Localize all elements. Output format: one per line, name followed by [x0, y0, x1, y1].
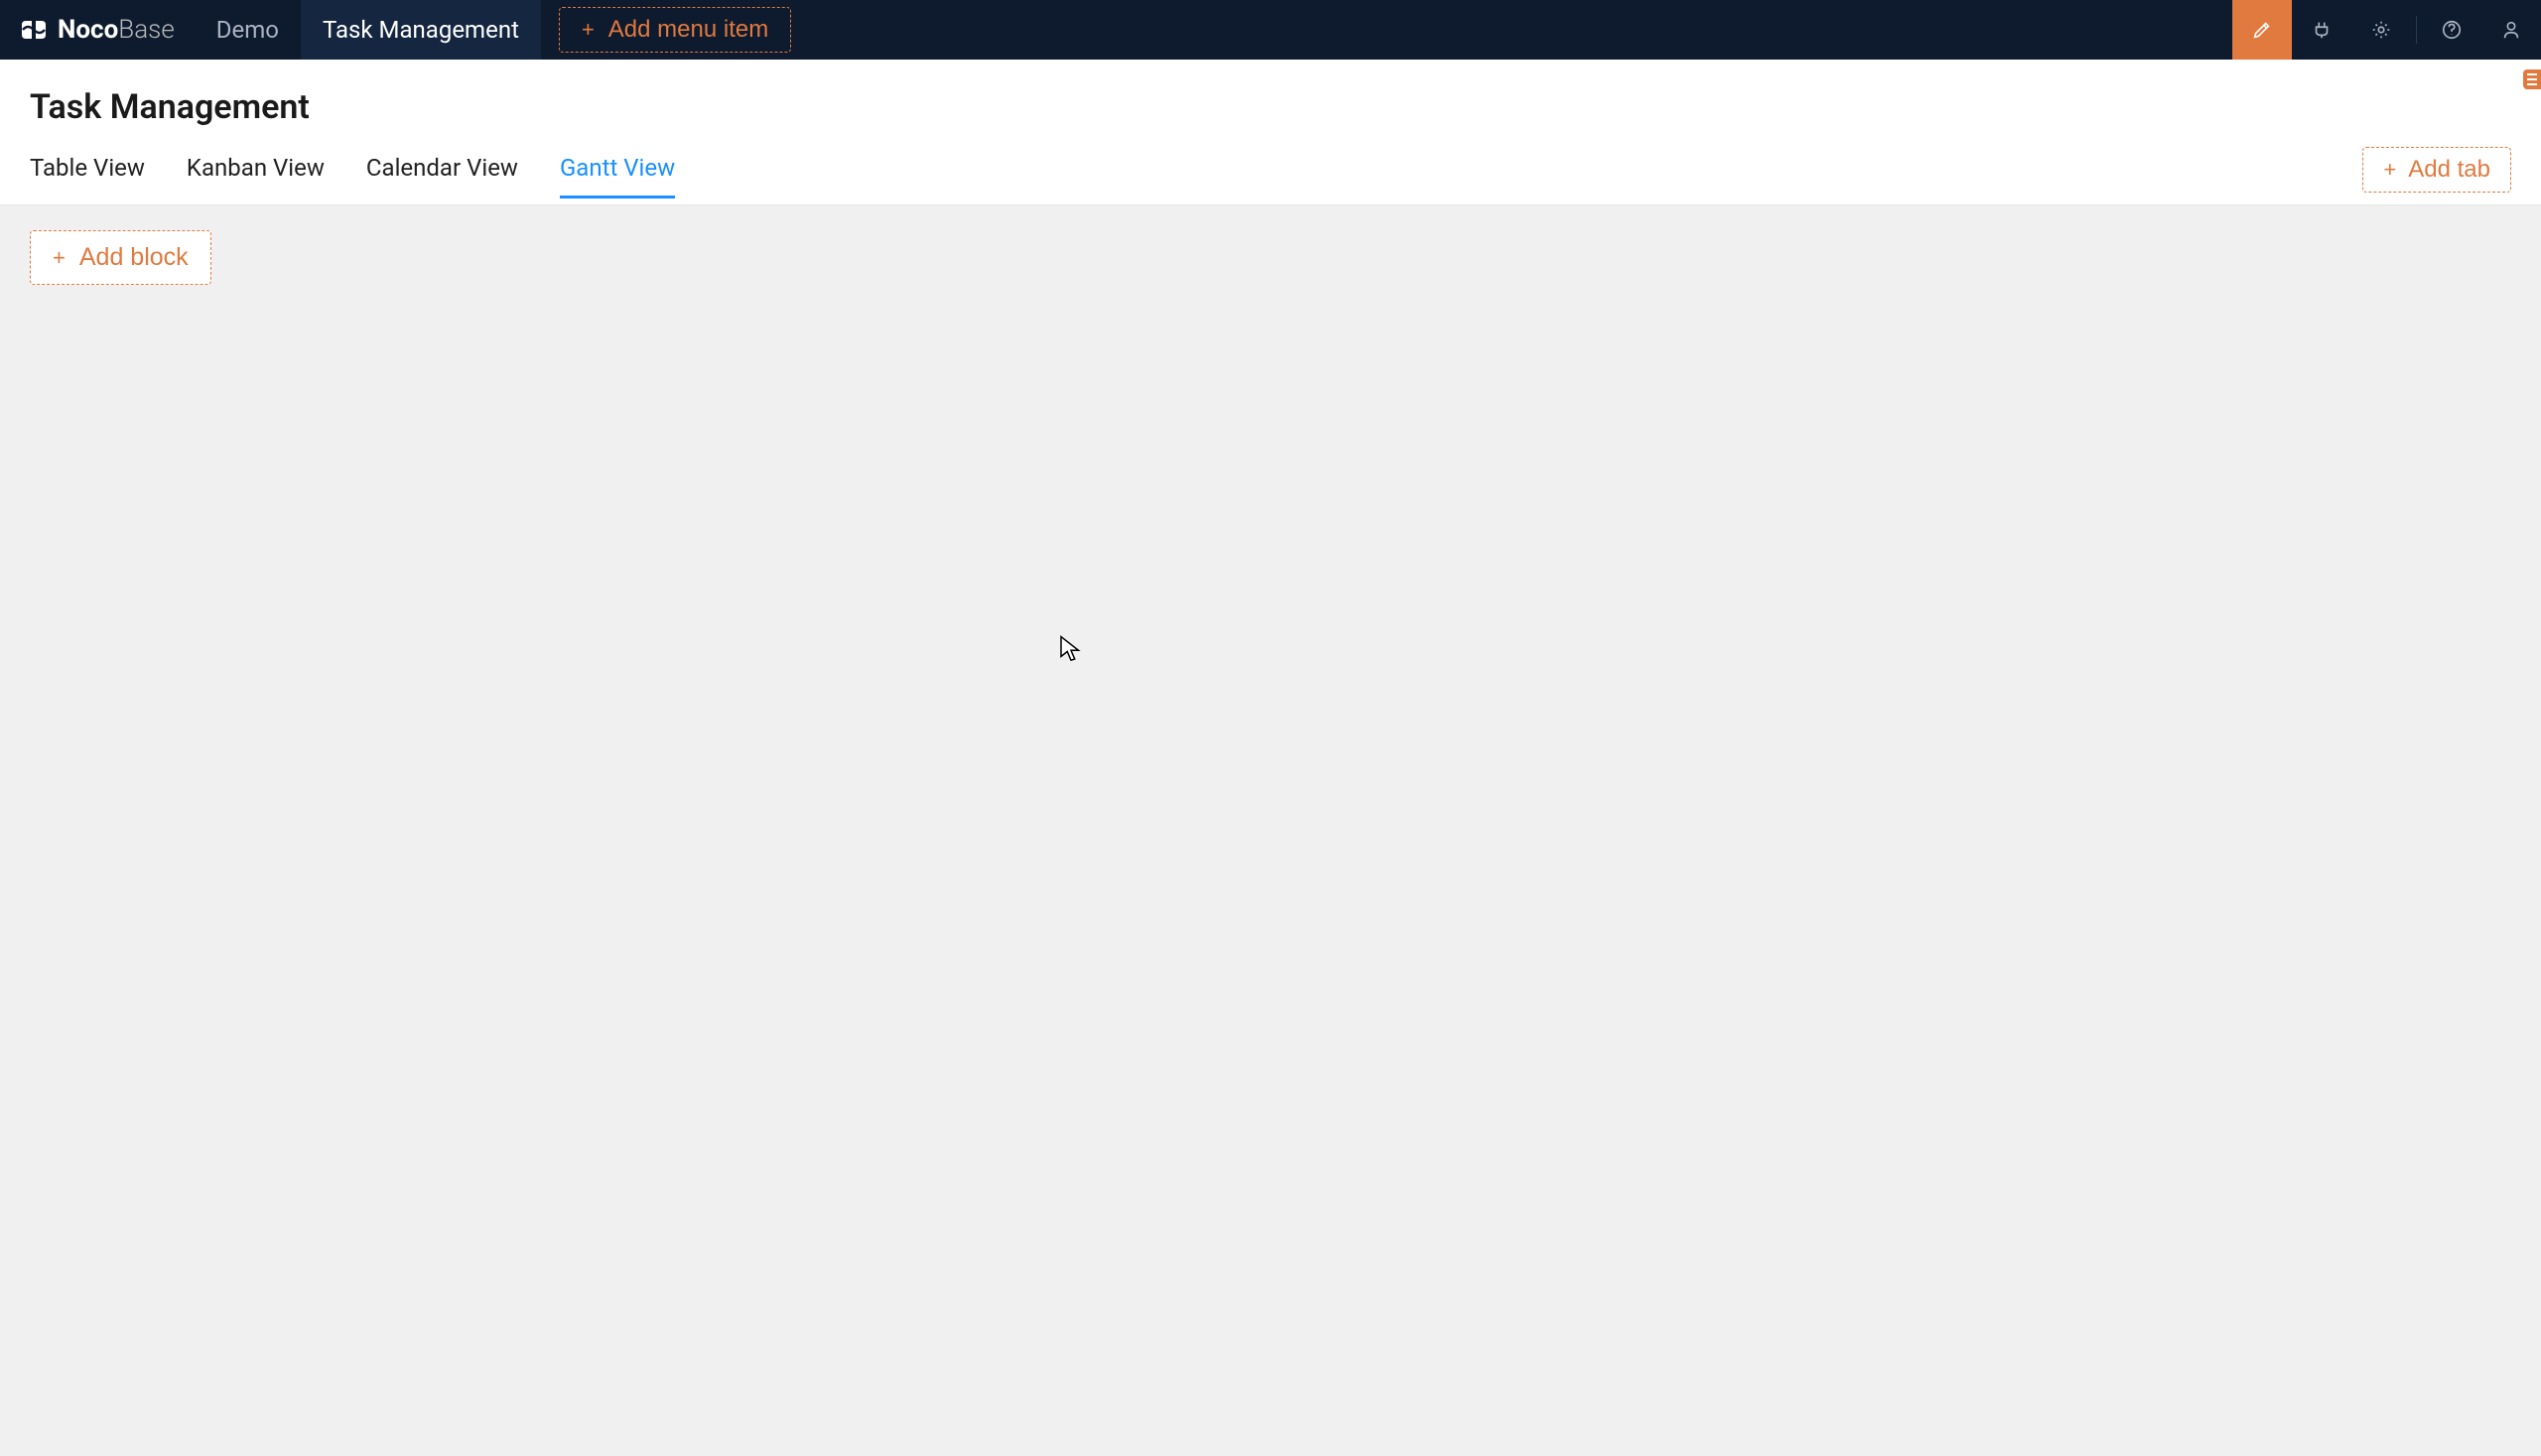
page-title: Task Management — [30, 87, 2511, 127]
user-icon — [2500, 19, 2522, 41]
logo-text-bold: Noco — [58, 15, 118, 45]
settings-button[interactable] — [2351, 0, 2411, 60]
add-tab-button[interactable]: + Add tab — [2362, 147, 2511, 193]
add-menu-item-label: Add menu item — [608, 16, 768, 44]
handle-line-icon — [2527, 78, 2537, 80]
tab-label: Kanban View — [187, 154, 325, 182]
help-button[interactable] — [2422, 0, 2481, 60]
tab-gantt-view[interactable]: Gantt View — [560, 154, 675, 199]
nav-menu: Demo Task Management + Add menu item — [195, 0, 791, 60]
tab-label: Calendar View — [366, 154, 518, 182]
tab-table-view[interactable]: Table View — [30, 154, 145, 199]
pen-icon — [2251, 19, 2273, 41]
nav-item-label: Task Management — [323, 16, 519, 44]
plus-icon: + — [2383, 159, 2396, 181]
nav-item-task-management[interactable]: Task Management — [301, 0, 541, 60]
add-block-label: Add block — [79, 243, 189, 272]
logo[interactable]: NocoBase — [0, 0, 195, 60]
handle-line-icon — [2527, 83, 2537, 85]
plugin-icon — [2311, 19, 2333, 41]
help-icon — [2441, 19, 2463, 41]
add-menu-item-button[interactable]: + Add menu item — [559, 7, 791, 53]
tab-kanban-view[interactable]: Kanban View — [187, 154, 325, 199]
tab-label: Table View — [30, 154, 145, 182]
handle-line-icon — [2527, 73, 2537, 75]
top-navigation: NocoBase Demo Task Management + Add menu… — [0, 0, 2541, 60]
tab-calendar-view[interactable]: Calendar View — [366, 154, 518, 199]
nav-item-label: Demo — [216, 16, 279, 44]
tabs-row: Table View Kanban View Calendar View Gan… — [30, 147, 2511, 204]
gear-icon — [2370, 19, 2392, 41]
user-button[interactable] — [2481, 0, 2541, 60]
design-mode-button[interactable] — [2232, 0, 2292, 60]
content-area: + Add block — [0, 205, 2541, 1456]
tab-label: Gantt View — [560, 154, 675, 182]
plus-icon: + — [582, 19, 595, 41]
nav-item-demo[interactable]: Demo — [195, 0, 301, 60]
side-drawer-handle[interactable] — [2523, 69, 2541, 89]
logo-icon — [20, 19, 48, 41]
logo-text-light: Base — [118, 15, 175, 45]
add-tab-label: Add tab — [2408, 156, 2490, 184]
nav-right-actions — [2232, 0, 2541, 60]
logo-text: NocoBase — [58, 15, 175, 45]
tabs: Table View Kanban View Calendar View Gan… — [30, 154, 675, 198]
page-header: Task Management Table View Kanban View C… — [0, 60, 2541, 205]
add-block-button[interactable]: + Add block — [30, 230, 211, 285]
plus-icon: + — [53, 247, 66, 269]
nav-divider — [2416, 16, 2417, 44]
plugin-button[interactable] — [2292, 0, 2351, 60]
